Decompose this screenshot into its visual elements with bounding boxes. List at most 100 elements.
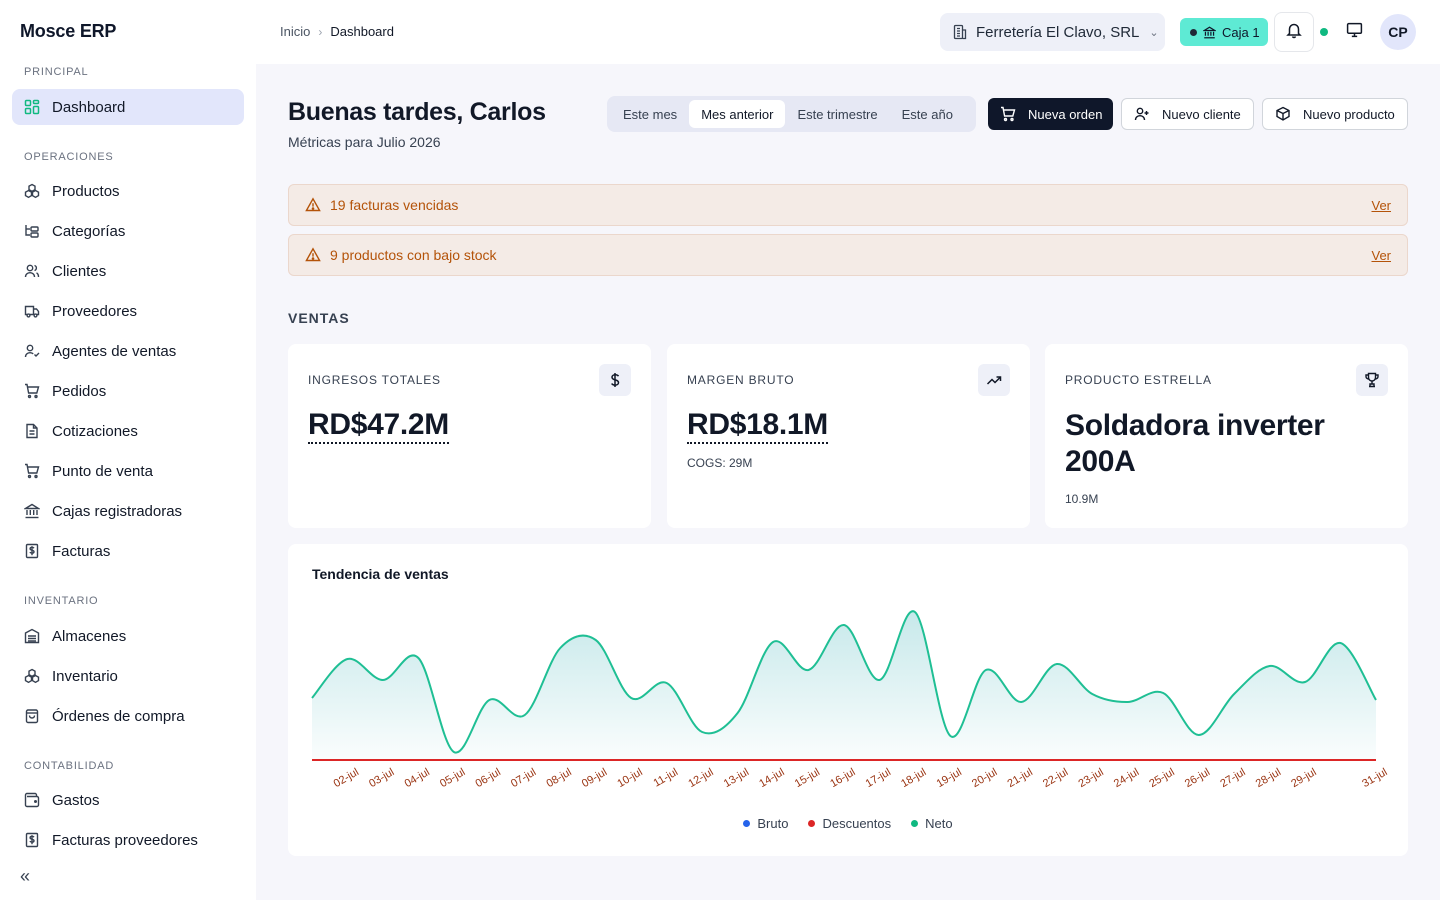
chart-title: Tendencia de ventas: [312, 566, 449, 582]
new-product-button[interactable]: Nuevo producto: [1262, 98, 1408, 130]
sidebar: Mosce ERP PRINCIPAL Dashboard OPERACIONE…: [0, 0, 256, 900]
sidebar-item-ordenes-de-compra[interactable]: Órdenes de compra: [12, 698, 244, 734]
company-selector[interactable]: Ferretería El Clavo, SRL ⌄: [940, 13, 1165, 51]
sidebar-item-label: Productos: [52, 182, 120, 200]
page-subtitle: Métricas para Julio 2026: [288, 134, 441, 150]
company-name: Ferretería El Clavo, SRL: [976, 23, 1140, 41]
sidebar-item-gastos[interactable]: Gastos: [12, 782, 244, 818]
x-tick-label: 08-jul: [544, 766, 573, 790]
sidebar-item-facturas[interactable]: Facturas: [12, 533, 244, 569]
kpi-label: INGRESOS TOTALES: [308, 373, 441, 387]
sidebar-item-agentes-de-ventas[interactable]: Agentes de ventas: [12, 333, 244, 369]
x-tick-label: 09-jul: [580, 766, 609, 790]
x-tick-label: 14-jul: [757, 766, 786, 790]
x-tick-label: 18-jul: [899, 766, 928, 790]
alert-text: 9 productos con bajo stock: [330, 247, 497, 263]
sidebar-item-facturas-proveedores[interactable]: Facturas proveedores: [12, 822, 244, 858]
topbar: Inicio › Dashboard Ferretería El Clavo, …: [256, 0, 1440, 64]
new-client-label: Nuevo cliente: [1162, 106, 1241, 122]
register-badge[interactable]: Caja 1: [1180, 18, 1268, 46]
sidebar-item-label: Pedidos: [52, 382, 107, 400]
wallet-icon: [24, 792, 40, 808]
period-este-trimestre[interactable]: Este trimestre: [785, 100, 889, 128]
register-label: Caja 1: [1222, 24, 1260, 40]
x-tick-label: 27-jul: [1218, 766, 1247, 790]
x-tick-label: 10-jul: [615, 766, 644, 790]
sidebar-item-proveedores[interactable]: Proveedores: [12, 293, 244, 329]
x-tick-label: 12-jul: [686, 766, 715, 790]
chevron-down-icon: ⌄: [1149, 26, 1159, 39]
legend-item-descuentos[interactable]: Descuentos: [808, 816, 891, 831]
sidebar-item-cajas-registradoras[interactable]: Cajas registradoras: [12, 493, 244, 529]
sidebar-item-label: Almacenes: [52, 627, 127, 645]
alert-view-link[interactable]: Ver: [1371, 198, 1391, 213]
sidebar-item-cotizaciones[interactable]: Cotizaciones: [12, 413, 244, 449]
sidebar-item-pedidos[interactable]: Pedidos: [12, 373, 244, 409]
new-client-button[interactable]: Nuevo cliente: [1121, 98, 1254, 130]
period-selector: Este mes Mes anterior Este trimestre Est…: [607, 96, 976, 132]
avatar[interactable]: CP: [1380, 14, 1416, 50]
x-tick-label: 06-jul: [474, 766, 503, 790]
period-este-mes[interactable]: Este mes: [611, 100, 689, 128]
monitor-icon: [1346, 21, 1363, 43]
legend-swatch: [743, 820, 751, 827]
alert-view-link[interactable]: Ver: [1371, 248, 1391, 263]
x-tick-label: 02-jul: [332, 766, 361, 790]
chart-legend: Bruto Descuentos Neto: [288, 816, 1408, 831]
legend-swatch: [911, 820, 919, 827]
new-order-button[interactable]: Nueva orden: [988, 98, 1113, 130]
sidebar-item-label: Facturas proveedores: [52, 831, 198, 849]
bank-icon: [24, 503, 40, 519]
bank-icon: [1203, 26, 1216, 39]
sidebar-item-almacenes[interactable]: Almacenes: [12, 618, 244, 654]
user-check-icon: [24, 343, 40, 359]
sidebar-item-dashboard[interactable]: Dashboard: [12, 89, 244, 125]
x-tick-label: 22-jul: [1041, 766, 1070, 790]
breadcrumb-home-link[interactable]: Inicio: [280, 24, 310, 39]
sidebar-item-categorias[interactable]: Categorías: [12, 213, 244, 249]
x-tick-label: 13-jul: [722, 766, 751, 790]
warning-icon: [305, 247, 321, 263]
warning-icon: [305, 197, 321, 213]
kpi-value[interactable]: RD$47.2M: [308, 408, 449, 444]
x-tick-label: 15-jul: [793, 766, 822, 790]
category-tree-icon: [24, 223, 40, 239]
new-order-label: Nueva orden: [1028, 106, 1103, 122]
kpi-subtext: COGS: 29M: [687, 456, 753, 470]
boxes-icon: [24, 183, 40, 199]
sidebar-item-productos[interactable]: Productos: [12, 173, 244, 209]
section-inventario: INVENTARIO: [24, 595, 99, 607]
kpi-value[interactable]: RD$18.1M: [687, 408, 828, 444]
period-este-ano[interactable]: Este año: [890, 100, 965, 128]
sidebar-item-inventario[interactable]: Inventario: [12, 658, 244, 694]
sidebar-item-label: Facturas: [52, 542, 111, 560]
period-mes-anterior[interactable]: Mes anterior: [689, 100, 786, 128]
x-tick-label: 16-jul: [828, 766, 857, 790]
collapse-sidebar-button[interactable]: «: [20, 866, 30, 887]
chevron-right-icon: ›: [318, 24, 323, 39]
alert-overdue-invoices: 19 facturas vencidas Ver: [288, 184, 1408, 226]
section-principal: PRINCIPAL: [24, 66, 89, 78]
legend-swatch: [808, 820, 816, 827]
x-tick-label: 26-jul: [1183, 766, 1212, 790]
legend-item-bruto[interactable]: Bruto: [743, 816, 788, 831]
monitor-button[interactable]: [1344, 22, 1364, 42]
x-tick-label: 24-jul: [1112, 766, 1141, 790]
cart-icon: [1000, 106, 1016, 122]
dashboard-icon: [24, 99, 40, 115]
kpi-label: PRODUCTO ESTRELLA: [1065, 373, 1212, 387]
kpi-label: MARGEN BRUTO: [687, 373, 795, 387]
sidebar-item-label: Categorías: [52, 222, 126, 240]
x-tick-label: 20-jul: [970, 766, 999, 790]
cart-icon: [24, 383, 40, 399]
sidebar-item-label: Cotizaciones: [52, 422, 138, 440]
legend-label: Bruto: [757, 816, 789, 831]
sidebar-item-punto-de-venta[interactable]: Punto de venta: [12, 453, 244, 489]
online-status-dot: [1320, 28, 1328, 36]
legend-item-neto[interactable]: Neto: [911, 816, 953, 831]
sidebar-item-label: Inventario: [52, 667, 118, 685]
legend-label: Descuentos: [822, 816, 892, 831]
notifications-button[interactable]: [1274, 12, 1314, 52]
breadcrumb: Inicio › Dashboard: [280, 24, 394, 39]
sidebar-item-clientes[interactable]: Clientes: [12, 253, 244, 289]
